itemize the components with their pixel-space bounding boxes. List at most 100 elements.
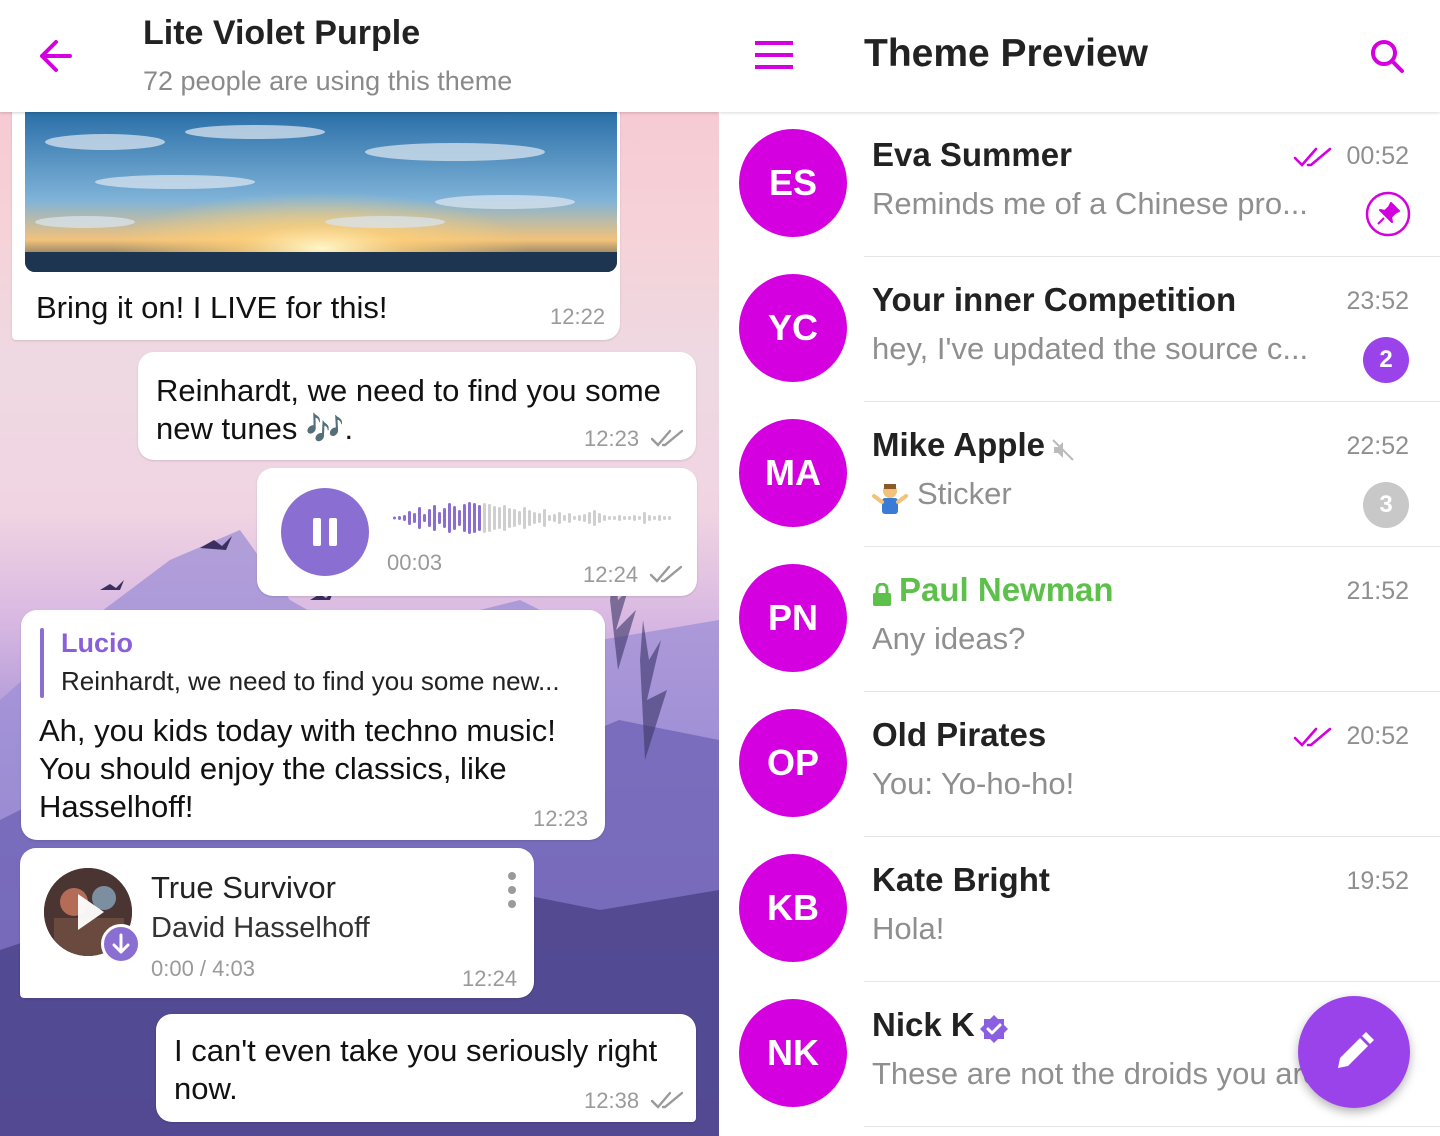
outgoing-message[interactable]: Reinhardt, we need to find you some new … xyxy=(138,352,696,460)
waveform-bar xyxy=(428,509,431,527)
waveform-bar xyxy=(538,513,541,523)
waveform-bar xyxy=(413,513,416,523)
message-time: 12:23 xyxy=(533,806,589,831)
chat-row-old-pirates[interactable]: OP Old Pirates You: Yo-ho-ho! 20:52 xyxy=(719,692,1440,837)
waveform-bar xyxy=(583,514,586,522)
lock-icon xyxy=(873,583,891,606)
waveform-bar xyxy=(393,516,396,520)
photo-caption: Bring it on! I LIVE for this! xyxy=(36,290,388,325)
hamburger-icon[interactable] xyxy=(755,38,793,72)
waveform-bar xyxy=(458,510,461,526)
waveform-bar xyxy=(643,512,646,524)
chat-time: 19:52 xyxy=(1346,867,1409,895)
waveform-bar xyxy=(403,515,406,521)
waveform-bar xyxy=(598,513,601,523)
chat-name: Kate Bright xyxy=(872,861,1050,898)
chat-time: 00:52 xyxy=(1346,142,1409,170)
waveform-bar xyxy=(573,516,576,520)
music-message[interactable]: True Survivor David Hasselhoff 0:00 / 4:… xyxy=(20,848,534,998)
waveform-bar xyxy=(578,515,581,521)
chat-name: Mike Apple xyxy=(872,426,1045,463)
reply-author[interactable]: Lucio xyxy=(61,628,133,659)
chat-list-header: Theme Preview xyxy=(719,0,1440,112)
photo-message[interactable]: Bring it on! I LIVE for this! 12:22 xyxy=(12,96,620,340)
waveform-bar xyxy=(638,516,641,520)
chat-name: Paul Newman xyxy=(899,571,1114,608)
waveform-bar xyxy=(398,516,401,520)
waveform-bar xyxy=(588,512,591,524)
avatar: YC xyxy=(739,274,847,382)
waveform-bar xyxy=(503,505,506,531)
track-title: True Survivor xyxy=(151,870,336,905)
message-text: Ah, you kids today with techno music! Yo… xyxy=(39,713,556,824)
waveform-bar xyxy=(608,516,611,520)
chat-preview: Hola! xyxy=(872,911,945,946)
double-check-icon xyxy=(650,1091,684,1109)
voice-message[interactable]: 00:03 12:24 xyxy=(257,468,697,596)
sunset-photo[interactable] xyxy=(25,112,617,272)
avatar: KB xyxy=(739,854,847,962)
voice-duration: 00:03 xyxy=(387,550,443,575)
waveform-bar xyxy=(563,515,566,521)
chat-name: Eva Summer xyxy=(872,136,1072,173)
waveform-bar xyxy=(493,506,496,530)
double-check-icon xyxy=(650,429,684,447)
chat-preview: Sticker xyxy=(917,476,1012,511)
download-button[interactable] xyxy=(101,924,141,964)
waveform-bar xyxy=(548,515,551,521)
reply-message[interactable]: Lucio Reinhardt, we need to find you som… xyxy=(21,610,605,840)
waveform-bar xyxy=(663,516,666,520)
waveform-bar xyxy=(648,515,651,521)
outgoing-message[interactable]: I can't even take you seriously right no… xyxy=(156,1014,696,1122)
chat-time: 21:52 xyxy=(1346,577,1409,605)
pause-button[interactable] xyxy=(281,488,369,576)
waveform-bar xyxy=(423,514,426,522)
reply-quote[interactable]: Reinhardt, we need to find you some new.… xyxy=(61,666,589,697)
waveform-bar xyxy=(653,516,656,520)
waveform-bar xyxy=(613,516,616,520)
arrow-left-icon[interactable] xyxy=(34,36,74,76)
chat-row-kate-bright[interactable]: KB Kate Bright Hola! 19:52 xyxy=(719,837,1440,982)
track-artist: David Hasselhoff xyxy=(151,912,370,944)
waveform-bar xyxy=(568,513,571,523)
waveform-bar xyxy=(488,504,491,532)
chat-name: Your inner Competition xyxy=(872,281,1237,318)
chat-row-paul-newman[interactable]: PN Paul Newman Any ideas? 21:52 xyxy=(719,547,1440,692)
theme-title: Lite Violet Purple xyxy=(143,14,421,52)
chat-time: 20:52 xyxy=(1346,722,1409,750)
chat-name: Old Pirates xyxy=(872,716,1047,753)
waveform-bar xyxy=(553,514,556,522)
verified-icon xyxy=(980,1015,1008,1043)
avatar: OP xyxy=(739,709,847,817)
chat-preview: These are not the droids you are xyxy=(872,1056,1321,1091)
reply-accent-bar xyxy=(40,628,44,698)
waveform-bar xyxy=(508,508,511,528)
more-vertical-icon[interactable] xyxy=(504,870,520,910)
chat-row-eva-summer[interactable]: ES Eva Summer Reminds me of a Chinese pr… xyxy=(719,112,1440,257)
search-icon[interactable] xyxy=(1369,38,1405,74)
pencil-icon xyxy=(1338,1032,1374,1068)
voice-waveform[interactable] xyxy=(393,500,675,536)
waveform-bar xyxy=(618,515,621,521)
chat-time: 23:52 xyxy=(1346,287,1409,315)
waveform-bar xyxy=(443,508,446,528)
message-time: 12:24 xyxy=(462,966,518,991)
chat-row-mike-apple[interactable]: MA Mike Apple Sticker 22:52 3 xyxy=(719,402,1440,547)
theme-subtitle: 72 people are using this theme xyxy=(143,66,513,96)
waveform-bar xyxy=(498,507,501,529)
waveform-bar xyxy=(478,505,481,531)
chat-header: Lite Violet Purple 72 people are using t… xyxy=(0,0,719,112)
pin-icon xyxy=(1365,191,1411,237)
chat-row-your-inner-competition[interactable]: YC Your inner Competition hey, I've upda… xyxy=(719,257,1440,402)
pause-icon xyxy=(313,518,337,546)
avatar: NK xyxy=(739,999,847,1107)
waveform-bar xyxy=(543,509,546,527)
waveform-bar xyxy=(558,512,561,524)
page-title: Theme Preview xyxy=(864,32,1148,75)
double-check-icon xyxy=(1293,727,1332,747)
compose-button[interactable] xyxy=(1298,996,1410,1108)
shrug-sticker-icon xyxy=(872,484,908,514)
waveform-bar xyxy=(518,511,521,525)
divider xyxy=(864,1126,1440,1127)
waveform-bar xyxy=(473,503,476,533)
